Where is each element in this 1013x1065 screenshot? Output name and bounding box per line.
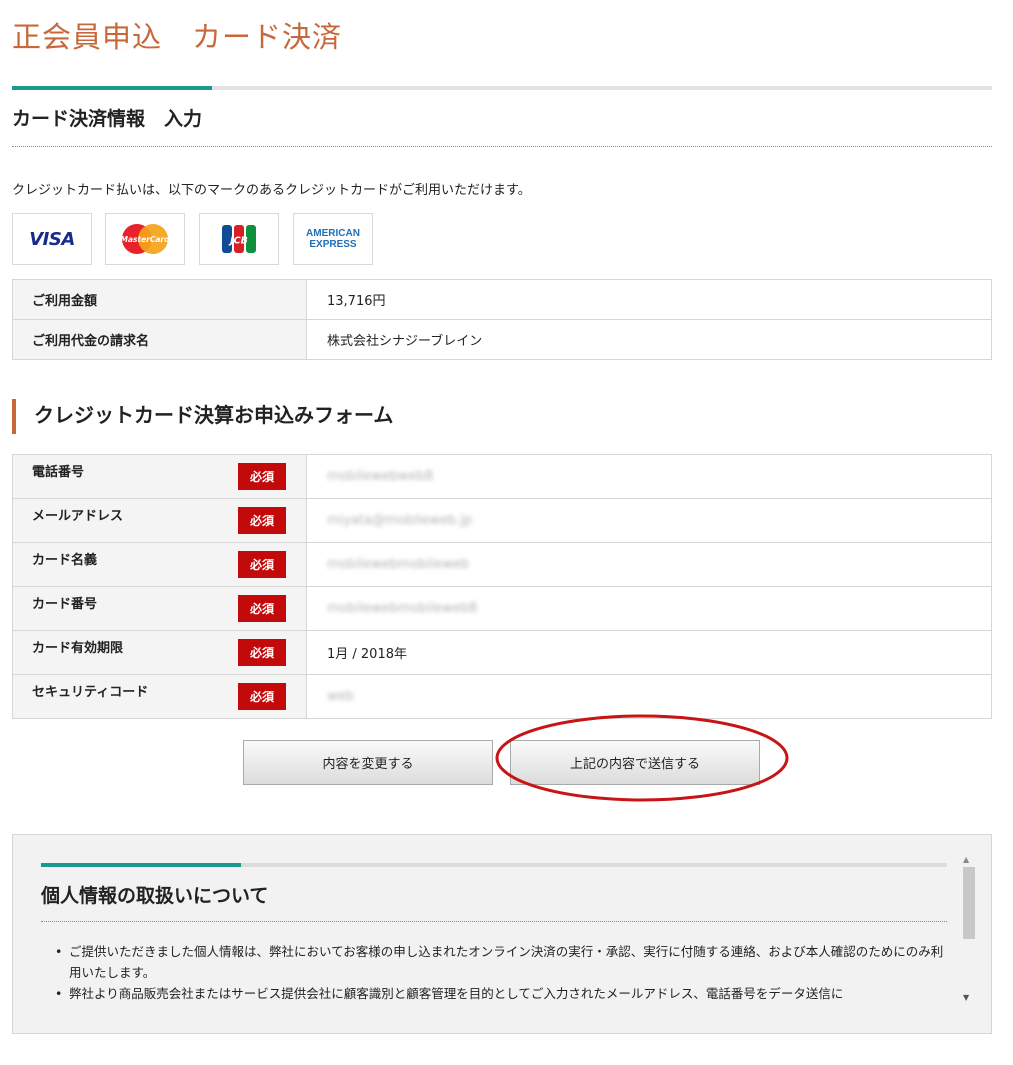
privacy-item-text: ご提供いただきました個人情報は、弊社においてお客様の申し込まれたオンライン決済の… — [69, 944, 944, 980]
mastercard-logo-text: MasterCard — [121, 235, 171, 244]
form-title: クレジットカード決算お申込みフォーム — [12, 399, 393, 434]
mastercard-logo-icon: MasterCard — [121, 224, 171, 254]
jcb-logo: JCB — [199, 213, 279, 265]
required-badge: 必須 — [238, 551, 286, 578]
card-expiry-value: 1月 / 2018年 — [306, 630, 992, 675]
highlight-circle-annotation — [495, 714, 789, 802]
table-row: カード有効期限 必須 1月 / 2018年 — [12, 630, 992, 675]
scrollbar-thumb[interactable] — [963, 867, 975, 939]
amex-logo-text-1: AMERICAN — [306, 228, 360, 239]
billing-amount-label: ご利用金額 — [12, 279, 307, 320]
section-title: カード決済情報 入力 — [12, 108, 203, 130]
table-row: メールアドレス 必須 miyata@mobileweb.jp — [12, 498, 992, 543]
visa-logo-text: VISA — [29, 228, 75, 250]
card-acceptance-note: クレジットカード払いは、以下のマークのあるクレジットカードがご利用いただけます。 — [12, 183, 531, 198]
table-row: カード名義 必須 mobilewebmobileweb — [12, 542, 992, 587]
table-row: セキュリティコード 必須 web — [12, 674, 992, 719]
list-item: • 弊社より商品販売会社またはサービス提供会社に顧客識別と顧客管理を目的としてご入… — [55, 983, 945, 1004]
privacy-scrollbar[interactable]: ▲ ▼ — [961, 855, 975, 1007]
progress-tab-bar — [12, 86, 992, 90]
required-badge: 必須 — [238, 639, 286, 666]
progress-tab-accent — [12, 86, 212, 90]
scroll-up-icon[interactable]: ▲ — [963, 855, 969, 864]
jcb-logo-icon: JCB — [222, 225, 256, 253]
privacy-policy-panel: 個人情報の取扱いについて • ご提供いただきました個人情報は、弊社においてお客様の… — [12, 834, 992, 1034]
bullet-icon: • — [55, 944, 63, 959]
billing-name-label: ご利用代金の請求名 — [12, 319, 307, 360]
amex-logo-text-2: EXPRESS — [309, 239, 357, 250]
billing-name-value: 株式会社シナジーブレイン — [306, 319, 992, 360]
scroll-down-icon[interactable]: ▼ — [963, 993, 969, 1002]
phone-label: 電話番号 — [32, 465, 85, 480]
card-expiry-label: カード有効期限 — [32, 641, 124, 656]
security-code-value: web — [327, 689, 354, 704]
privacy-tab-bar — [41, 863, 947, 867]
table-row: ご利用代金の請求名 株式会社シナジーブレイン — [12, 319, 992, 360]
mastercard-logo: MasterCard — [105, 213, 185, 265]
privacy-item-text: 弊社より商品販売会社またはサービス提供会社に顧客識別と顧客管理を目的としてご入力… — [69, 986, 844, 1001]
billing-info-table: ご利用金額 13,716円 ご利用代金の請求名 株式会社シナジーブレイン — [12, 279, 992, 360]
table-row: カード番号 必須 mobilewebmobileweb8 — [12, 586, 992, 631]
table-row: 電話番号 必須 mobilewebweb8 — [12, 454, 992, 499]
list-item: • ご提供いただきました個人情報は、弊社においてお客様の申し込まれたオンライン決済… — [55, 941, 945, 983]
required-badge: 必須 — [238, 683, 286, 710]
visa-logo: VISA — [12, 213, 92, 265]
required-badge: 必須 — [238, 507, 286, 534]
card-number-value: mobilewebmobileweb8 — [327, 601, 478, 616]
security-code-label: セキュリティコード — [32, 685, 149, 700]
email-value: miyata@mobileweb.jp — [327, 513, 472, 528]
card-number-label: カード番号 — [32, 597, 98, 612]
card-form-table: 電話番号 必須 mobilewebweb8 メールアドレス 必須 miyata@mo… — [12, 454, 992, 719]
change-content-button[interactable]: 内容を変更する — [243, 740, 493, 785]
card-holder-label: カード名義 — [32, 553, 98, 568]
required-badge: 必須 — [238, 463, 286, 490]
card-holder-value: mobilewebmobileweb — [327, 557, 469, 572]
privacy-list: • ご提供いただきました個人情報は、弊社においてお客様の申し込まれたオンライン決済… — [55, 941, 945, 1004]
required-badge: 必須 — [238, 595, 286, 622]
amex-logo: AMERICAN EXPRESS — [293, 213, 373, 265]
page-title: 正会員申込 カード決済 — [12, 20, 343, 54]
jcb-logo-text: JCB — [228, 236, 248, 247]
privacy-tab-accent — [41, 863, 241, 867]
email-label: メールアドレス — [32, 509, 124, 524]
section-divider — [12, 146, 992, 147]
bullet-icon: • — [55, 986, 63, 1001]
billing-amount-value: 13,716円 — [306, 279, 992, 320]
phone-value: mobilewebweb8 — [327, 469, 434, 484]
privacy-divider — [41, 921, 947, 922]
table-row: ご利用金額 13,716円 — [12, 279, 992, 320]
privacy-title: 個人情報の取扱いについて — [41, 885, 269, 907]
